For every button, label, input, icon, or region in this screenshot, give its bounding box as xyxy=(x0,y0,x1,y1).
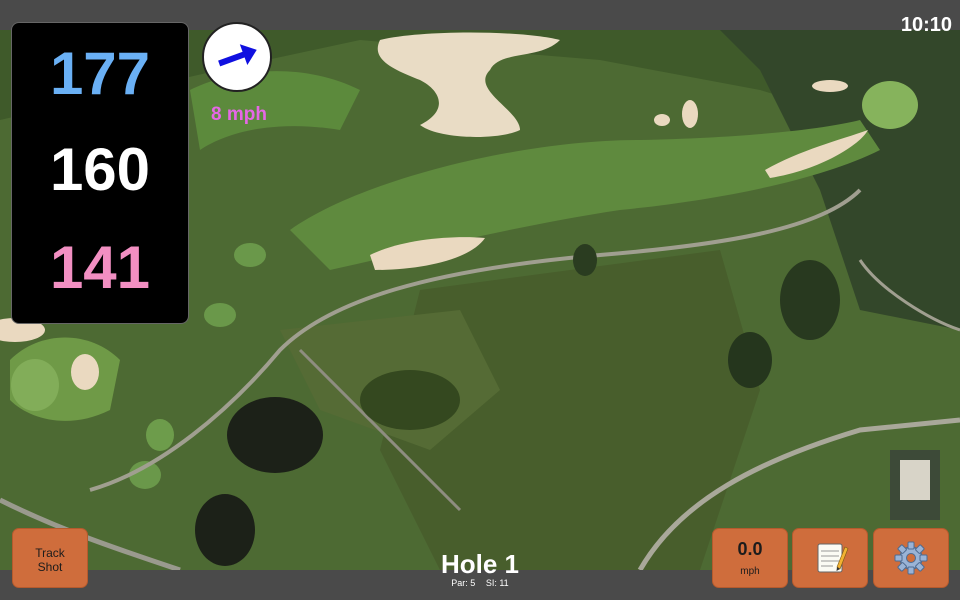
notes-button[interactable] xyxy=(792,528,868,588)
hole-par: Par: 5 xyxy=(451,578,476,588)
settings-button[interactable] xyxy=(873,528,949,588)
golf-gps-screen: 10:10 177 160 141 8 mph Track Shot Hole … xyxy=(0,0,960,600)
middle-distance: 160 xyxy=(49,136,151,203)
hole-meta: Par: 5 SI: 11 xyxy=(400,578,560,588)
wind-speed-unit: mph xyxy=(740,566,760,577)
track-shot-label: Track Shot xyxy=(13,546,87,574)
wind-direction-dial xyxy=(202,22,272,92)
track-shot-button[interactable]: Track Shot xyxy=(12,528,88,588)
track-shot-label-line1: Track xyxy=(35,546,65,560)
front-distance: 141 xyxy=(49,234,151,301)
track-shot-label-line2: Shot xyxy=(37,560,63,574)
back-distance: 177 xyxy=(49,40,151,107)
hole-stroke-index: SI: 11 xyxy=(485,578,509,588)
wind-speed-value: 0.0 xyxy=(737,539,763,559)
notepad-icon xyxy=(817,543,849,573)
distance-panel: 177 160 141 xyxy=(11,22,189,324)
arrow-right-up-icon xyxy=(218,44,257,67)
gear-icon xyxy=(894,541,928,575)
clock-time: 10:10 xyxy=(900,14,952,36)
wind-speed-label: 8 mph xyxy=(211,104,267,125)
wind-speed-button[interactable]: 0.0 mph xyxy=(712,528,788,588)
hole-title: Hole 1 xyxy=(440,549,520,579)
